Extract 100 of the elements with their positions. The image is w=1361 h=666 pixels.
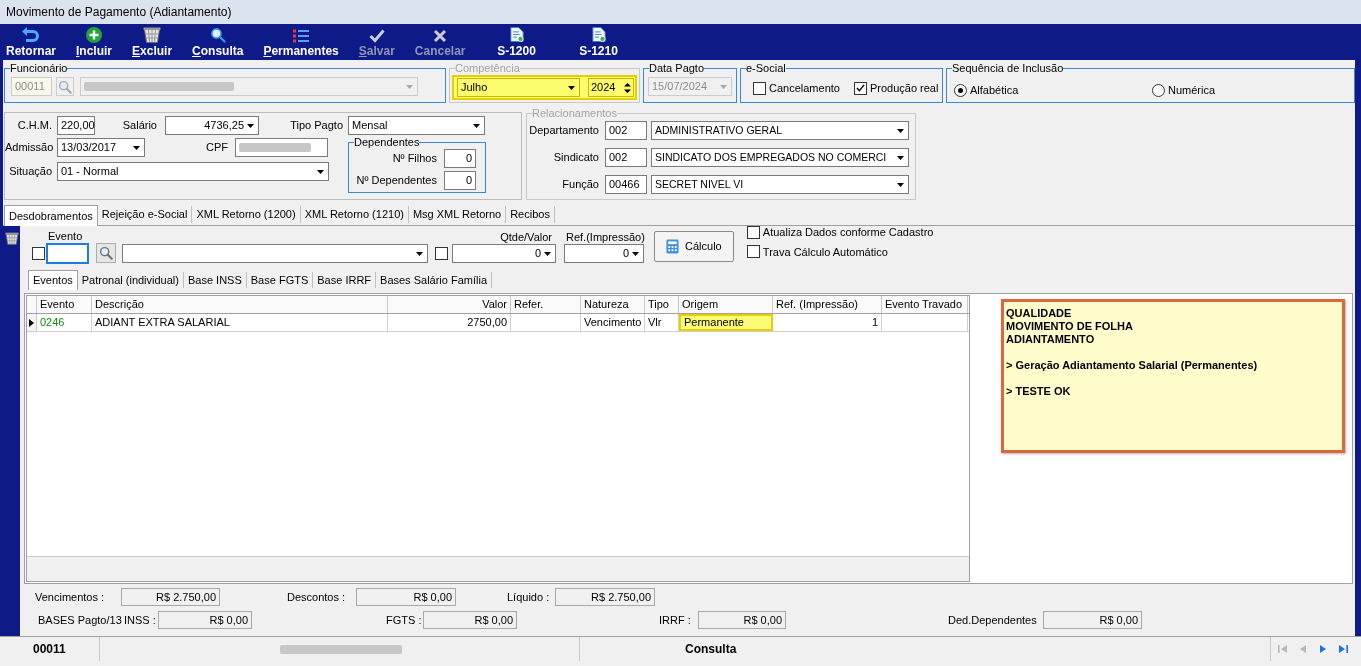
radio-label: Alfabética <box>970 83 1019 98</box>
caret-icon <box>247 123 254 128</box>
toolbar-button[interactable]: Excluir <box>130 26 175 58</box>
column-header: Origem <box>679 296 773 313</box>
calculator-icon <box>666 239 679 254</box>
checkbox[interactable] <box>435 247 448 260</box>
checkbox[interactable] <box>853 81 867 95</box>
checkbox-label: Produção real <box>869 81 939 96</box>
first-arrow-icon <box>1277 643 1289 655</box>
field-label: Vencimentos : <box>35 589 106 605</box>
group-label: e-Social <box>746 62 786 75</box>
column-header: Ref. (Impressão) <box>773 296 882 313</box>
field-label: FGTS : <box>386 612 423 628</box>
note-text: > TESTE OK <box>1006 385 1072 398</box>
radio-label: Numérica <box>1168 83 1216 98</box>
nav-button[interactable] <box>1337 643 1349 655</box>
value-field: R$ 0,00 <box>356 588 456 606</box>
radio-button[interactable] <box>1152 83 1165 97</box>
dropdown[interactable]: 0 <box>452 244 556 263</box>
dropdown[interactable]: 4736,25 <box>165 116 259 135</box>
redacted-block <box>239 143 311 152</box>
check-icon <box>855 84 865 93</box>
tab[interactable]: Base FGTS <box>246 272 314 288</box>
value-field: R$ 2.750,00 <box>555 588 655 606</box>
checkbox-label: Cancelamento <box>769 81 840 96</box>
search-icon <box>99 246 113 260</box>
search-icon <box>58 79 72 94</box>
caret-icon <box>416 251 423 256</box>
column-header: Natureza <box>581 296 645 313</box>
dropdown[interactable]: Mensal <box>348 116 485 135</box>
note-text: QUALIDADE MOVIMENTO DE FOLHA ADIANTAMENTO <box>1006 307 1134 346</box>
caret-icon <box>897 182 904 187</box>
toolbar-button[interactable]: S-1200 <box>483 26 550 58</box>
date-dropdown[interactable]: 13/03/2017 <box>57 138 145 157</box>
column-header: Tipo <box>645 296 679 313</box>
table-cell: 2750,00 <box>388 314 511 331</box>
document-icon <box>509 26 524 43</box>
field-label: Nº Filhos <box>391 151 437 167</box>
last-arrow-icon <box>1337 643 1349 655</box>
x-icon <box>433 29 448 43</box>
table-cell: ADIANT EXTRA SALARIAL <box>92 314 388 331</box>
field-label: CPF <box>205 140 228 156</box>
cpf-field[interactable] <box>235 138 328 157</box>
column-header: Valor <box>388 296 511 313</box>
caret-icon <box>133 145 140 150</box>
checkbox[interactable] <box>753 81 766 95</box>
search-icon <box>209 27 226 43</box>
value-field: R$ 0,00 <box>158 611 252 629</box>
radio-button[interactable] <box>954 83 967 97</box>
event-code-field[interactable] <box>46 243 89 264</box>
toolbar-button[interactable]: Retornar <box>4 26 58 58</box>
return-arrow-icon <box>21 27 41 43</box>
tab[interactable]: Desdobramentos <box>4 205 98 226</box>
calculate-button[interactable]: Cálculo <box>653 231 734 262</box>
tab[interactable]: XML Retorno (1200) <box>192 206 301 223</box>
event-dropdown[interactable] <box>122 244 428 263</box>
tab[interactable]: Bases Salário Família <box>376 272 493 288</box>
text-field[interactable]: 220,00 <box>57 116 95 135</box>
tab[interactable]: Base INSS <box>183 272 247 288</box>
caret-icon <box>317 169 324 174</box>
toolbar-button[interactable]: Incluir <box>74 26 115 58</box>
field-label: Função <box>561 177 599 193</box>
column-header: Evento Travado <box>882 296 968 313</box>
toolbar-button[interactable]: Consulta <box>190 26 246 58</box>
field-label: Qtde/Valor <box>499 231 553 244</box>
tab[interactable]: Recibos <box>506 206 555 223</box>
plus-circle-icon <box>86 27 102 43</box>
search-button[interactable] <box>96 243 116 263</box>
table-cell: Vencimento <box>581 314 645 331</box>
tab[interactable]: Msg XML Retorno <box>408 206 507 223</box>
column-header: Refer. <box>511 296 581 313</box>
field-label: Líquido : <box>507 589 551 605</box>
value-field: R$ 2.750,00 <box>121 588 220 606</box>
checkbox[interactable] <box>32 247 45 260</box>
text-field[interactable]: 0 <box>444 149 476 168</box>
checkbox-label: Trava Cálculo Automático <box>762 244 888 260</box>
basket-icon <box>4 232 19 245</box>
checkbox[interactable] <box>746 245 760 259</box>
field-label: BASES Pagto/13 <box>38 612 123 628</box>
tab[interactable]: Eventos <box>28 270 78 290</box>
status-code: 00011 <box>33 641 66 658</box>
checkbox-label: Atualiza Dados conforme Cadastro <box>762 225 934 240</box>
tab[interactable]: XML Retorno (1210) <box>300 206 409 223</box>
text-field[interactable]: 0 <box>444 171 476 190</box>
dropdown[interactable]: 0 <box>564 244 644 263</box>
value-field: R$ 0,00 <box>698 611 786 629</box>
field-label: C.H.M. <box>16 118 52 134</box>
tab[interactable]: Rejeição e-Social <box>97 206 193 223</box>
value-field: R$ 0,00 <box>1043 611 1142 629</box>
table-cell: Permanente <box>679 314 773 331</box>
group-label: Funcionário <box>10 62 68 75</box>
tab[interactable]: Patronal (individual) <box>77 272 184 288</box>
status-mode: Consulta <box>685 641 737 658</box>
dropdown[interactable]: 01 - Normal <box>57 162 329 181</box>
toolbar-button[interactable]: S-1210 <box>565 26 632 58</box>
tab[interactable]: Base IRRF <box>313 272 377 288</box>
field-label: Ded.Dependentes <box>948 612 1038 628</box>
caret-icon <box>473 123 480 128</box>
value-field: R$ 0,00 <box>423 611 517 629</box>
toolbar-button[interactable]: Permanentes <box>261 26 341 58</box>
